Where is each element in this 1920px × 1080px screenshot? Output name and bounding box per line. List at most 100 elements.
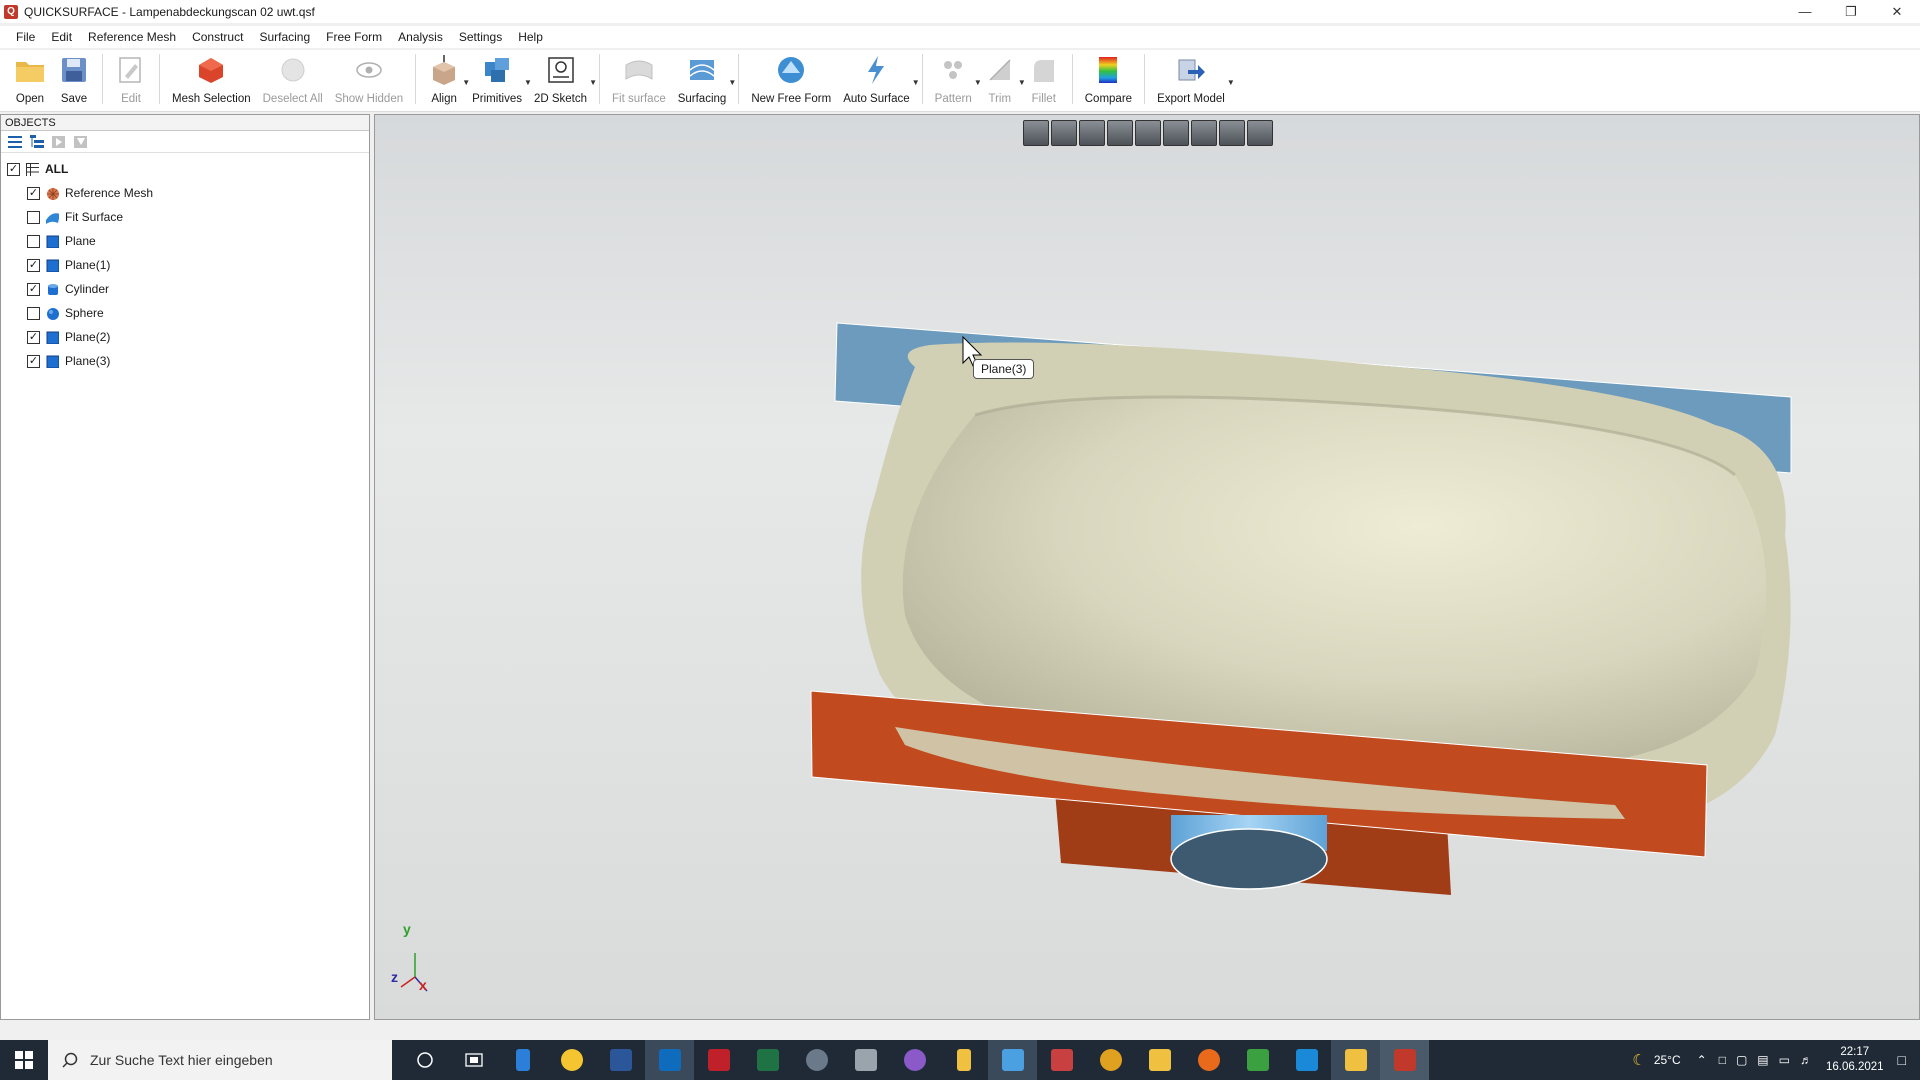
tree-view-icon[interactable] [29, 134, 45, 150]
objects-panel-header: OBJECTS [1, 115, 369, 131]
toolbar-separator [415, 54, 417, 104]
orange-app-icon[interactable] [1184, 1040, 1233, 1080]
save-button[interactable]: Save [52, 50, 96, 110]
tree-row-all[interactable]: ✓ ALL [1, 157, 369, 181]
outlook-app-icon[interactable] [645, 1040, 694, 1080]
ruler-app-icon[interactable] [939, 1040, 988, 1080]
windows-start-icon[interactable] [0, 1040, 48, 1080]
tray-app-icon[interactable]: □ [1719, 1053, 1726, 1067]
excel-app-icon[interactable] [743, 1040, 792, 1080]
menu-edit[interactable]: Edit [43, 26, 80, 48]
menu-reference-mesh[interactable]: Reference Mesh [80, 26, 184, 48]
pattern-button[interactable]: Pattern ▼ [929, 50, 982, 110]
checkbox-plane-1[interactable]: ✓ [27, 258, 40, 272]
close-icon[interactable]: ✕ [1874, 0, 1920, 23]
cylinder-bottom-cap[interactable] [1170, 828, 1328, 890]
cortana-icon[interactable] [400, 1040, 449, 1080]
task-view-icon[interactable] [449, 1040, 498, 1080]
toolbar-separator [159, 54, 160, 104]
checkbox-all[interactable]: ✓ [7, 162, 20, 176]
checkbox-plane-3[interactable]: ✓ [27, 354, 40, 368]
checkbox-sphere[interactable] [27, 306, 40, 320]
list-view-icon[interactable] [7, 134, 23, 150]
auto-surface-button[interactable]: Auto Surface ▼ [837, 50, 920, 110]
network-icon[interactable]: ▤ [1757, 1053, 1768, 1067]
battery-icon[interactable]: ▭ [1779, 1053, 1790, 1067]
mesh-selection-button[interactable]: Mesh Selection [166, 50, 257, 110]
menu-surfacing[interactable]: Surfacing [251, 26, 318, 48]
quicksurface-logo-icon: Q [4, 4, 18, 19]
orb-app-icon[interactable] [890, 1040, 939, 1080]
auto-surface-dropdown-icon[interactable]: ▼ [912, 78, 920, 87]
scanner-app-icon[interactable] [792, 1040, 841, 1080]
export-model-label: Export Model [1157, 93, 1225, 105]
chevron-up-icon[interactable]: ⌃ [1697, 1053, 1707, 1067]
printer-app-icon[interactable] [841, 1040, 890, 1080]
notepad-app-icon[interactable] [498, 1040, 547, 1080]
menu-help[interactable]: Help [510, 26, 551, 48]
tree-row-plane-2[interactable]: ✓ Plane(2) [1, 325, 369, 349]
taskbar-search-placeholder: Zur Suche Text hier eingeben [90, 1052, 273, 1068]
fit-surface-button[interactable]: Fit surface [606, 50, 672, 110]
fillet-button[interactable]: Fillet [1022, 50, 1066, 110]
3d-viewport[interactable]: Plane(3) y z x [374, 114, 1920, 1020]
expand-icon[interactable] [51, 134, 67, 150]
primitives-button[interactable]: Primitives ▼ [466, 50, 532, 110]
cube-app-icon[interactable] [1037, 1040, 1086, 1080]
menu-file[interactable]: File [8, 26, 43, 48]
compare-button[interactable]: Compare [1079, 50, 1138, 110]
edit-label: Edit [121, 93, 141, 105]
checkbox-plane-2[interactable]: ✓ [27, 330, 40, 344]
volume-icon[interactable]: ♬ [1800, 1053, 1812, 1067]
tree-row-reference-mesh[interactable]: ✓ Reference Mesh [1, 181, 369, 205]
surfacing-dropdown-icon[interactable]: ▼ [728, 78, 736, 87]
word-app-icon[interactable] [596, 1040, 645, 1080]
sketch-2d-button[interactable]: 2D Sketch ▼ [528, 50, 597, 110]
tree-row-cylinder[interactable]: ✓ Cylinder [1, 277, 369, 301]
checklist-app-icon[interactable] [547, 1040, 596, 1080]
restore-icon[interactable]: ❐ [1828, 0, 1874, 23]
tree-row-plane[interactable]: Plane [1, 229, 369, 253]
show-hidden-button[interactable]: Show Hidden [329, 50, 409, 110]
checkbox-plane[interactable] [27, 234, 40, 248]
plane-icon [46, 259, 59, 272]
export-model-button[interactable]: Export Model ▼ [1151, 50, 1235, 110]
file-explorer-icon[interactable] [1135, 1040, 1184, 1080]
deselect-all-button[interactable]: Deselect All [257, 50, 329, 110]
folder-app-icon[interactable] [1331, 1040, 1380, 1080]
menu-free-form[interactable]: Free Form [318, 26, 390, 48]
minimize-icon[interactable]: — [1782, 0, 1828, 23]
tree-label-plane-3: Plane(3) [65, 354, 111, 368]
open-button[interactable]: Open [8, 50, 52, 110]
weather-temperature[interactable]: 25°C [1654, 1053, 1681, 1067]
taskbar-search-box[interactable]: Zur Suche Text hier eingeben [48, 1040, 392, 1080]
checkbox-reference-mesh[interactable]: ✓ [27, 186, 40, 200]
edit-button[interactable]: Edit [109, 50, 153, 110]
tree-row-plane-1[interactable]: ✓ Plane(1) [1, 253, 369, 277]
checkbox-cylinder[interactable]: ✓ [27, 282, 40, 296]
surfacing-button[interactable]: Surfacing ▼ [672, 50, 736, 110]
checkbox-fit-surface[interactable] [27, 210, 40, 224]
display-icon[interactable]: ▢ [1736, 1053, 1747, 1067]
quicksurface-app-icon[interactable] [1380, 1040, 1429, 1080]
tree-row-plane-3[interactable]: ✓ Plane(3) [1, 349, 369, 373]
chrome-app-icon[interactable] [1086, 1040, 1135, 1080]
align-button[interactable]: Align ▼ [422, 50, 470, 110]
c-app-icon[interactable] [1282, 1040, 1331, 1080]
tree-row-fit-surface[interactable]: Fit Surface [1, 205, 369, 229]
new-free-form-button[interactable]: New Free Form [745, 50, 837, 110]
search-app-icon[interactable] [694, 1040, 743, 1080]
menu-analysis[interactable]: Analysis [390, 26, 451, 48]
sketch-dropdown-icon[interactable]: ▼ [589, 78, 597, 87]
menu-construct[interactable]: Construct [184, 26, 251, 48]
filter-icon[interactable] [73, 134, 89, 150]
clock[interactable]: 22:17 16.06.2021 [1826, 1045, 1884, 1075]
export-dropdown-icon[interactable]: ▼ [1227, 78, 1235, 87]
notifications-icon[interactable]: □ [1898, 1052, 1906, 1068]
trim-button[interactable]: Trim ▼ [978, 50, 1026, 110]
tree-row-sphere[interactable]: Sphere [1, 301, 369, 325]
auto-surface-icon [860, 54, 892, 86]
green-app-icon[interactable] [1233, 1040, 1282, 1080]
menu-settings[interactable]: Settings [451, 26, 510, 48]
plane-app-icon[interactable] [988, 1040, 1037, 1080]
